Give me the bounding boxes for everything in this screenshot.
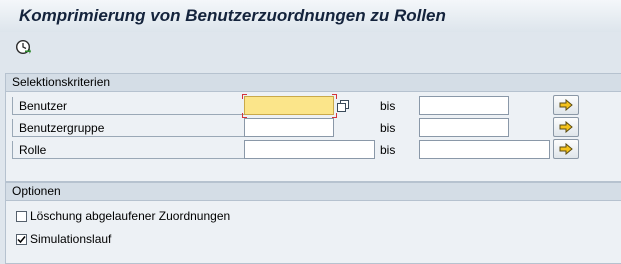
simulation-checkbox[interactable] <box>16 233 27 245</box>
execute-button[interactable] <box>14 38 32 56</box>
benutzergruppe-to-input[interactable] <box>419 118 509 137</box>
benutzer-from-input[interactable] <box>244 96 334 115</box>
benutzergruppe-label: Benutzergruppe <box>12 119 248 137</box>
arrow-right-icon <box>559 143 573 155</box>
option-simulation-row[interactable]: Simulationslauf <box>16 231 111 247</box>
bis-label: bis <box>380 121 396 135</box>
options-header: Optionen <box>6 183 621 201</box>
value-help-button[interactable] <box>335 98 351 113</box>
arrow-right-icon <box>559 99 573 111</box>
execute-clock-icon <box>15 39 31 55</box>
value-help-icon <box>337 99 349 112</box>
checkmark-icon <box>17 235 26 243</box>
benutzer-label: Benutzer <box>12 97 248 115</box>
benutzergruppe-from-input[interactable] <box>244 118 334 137</box>
option-delete-expired-row[interactable]: Löschung abgelaufener Zuordnungen <box>16 208 230 224</box>
rolle-multiple-selection-button[interactable] <box>553 139 579 159</box>
delete-expired-label: Löschung abgelaufener Zuordnungen <box>30 209 231 223</box>
rolle-label: Rolle <box>12 141 248 159</box>
selection-criteria-header: Selektionskriterien <box>6 74 621 92</box>
bis-label: bis <box>380 99 396 113</box>
bis-label: bis <box>380 143 396 157</box>
title-bar: Komprimierung von Benutzerzuordnungen zu… <box>0 0 621 32</box>
rolle-to-input[interactable] <box>419 140 550 159</box>
rolle-from-input[interactable] <box>244 140 375 159</box>
benutzergruppe-multiple-selection-button[interactable] <box>553 117 579 137</box>
page-title: Komprimierung von Benutzerzuordnungen zu… <box>19 6 446 25</box>
focus-corner <box>242 94 247 99</box>
benutzer-multiple-selection-button[interactable] <box>553 95 579 115</box>
simulation-label: Simulationslauf <box>30 232 112 246</box>
toolbar <box>0 32 621 62</box>
benutzer-to-input[interactable] <box>419 96 509 115</box>
delete-expired-checkbox[interactable] <box>16 210 27 222</box>
arrow-right-icon <box>559 121 573 133</box>
